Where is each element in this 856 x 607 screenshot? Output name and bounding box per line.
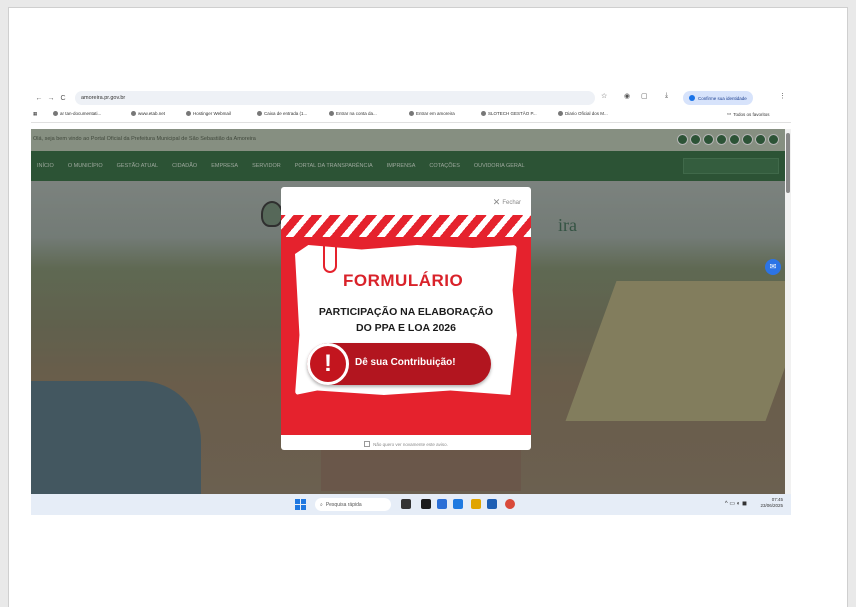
contribute-label: Dê sua Contribuição! bbox=[355, 357, 456, 368]
bookmark-item[interactable]: Hostinger Webmail bbox=[186, 111, 231, 116]
profile-icon bbox=[689, 95, 695, 101]
extension-icon[interactable]: ◉ bbox=[624, 92, 630, 100]
paperclip-icon bbox=[323, 237, 337, 273]
bookmark-item[interactable]: Caixa de entrada (1... bbox=[257, 111, 307, 116]
app-icon[interactable] bbox=[487, 499, 497, 509]
app-icon[interactable] bbox=[401, 499, 411, 509]
taskbar-search[interactable]: ⌕ Pesquisa rápida bbox=[315, 498, 391, 511]
taskbar-search-label: Pesquisa rápida bbox=[325, 501, 362, 508]
close-label: Fechar bbox=[502, 199, 521, 206]
dont-show-label: Não quero ver novamente este aviso. bbox=[373, 441, 448, 447]
apps-icon[interactable]: ▦ bbox=[33, 111, 37, 117]
screenshot: ← → C amoreira.pr.gov.br ☆ ◉ ▢ ⤓ Confirm… bbox=[31, 88, 791, 515]
reload-button[interactable]: C bbox=[57, 95, 69, 102]
all-bookmarks[interactable]: ▭ Todos os favoritos bbox=[727, 111, 770, 117]
windows-taskbar: ⌕ Pesquisa rápida ^ ▭ ◐ ◼ 07:45 23/06/2025 bbox=[31, 494, 791, 515]
star-icon[interactable]: ☆ bbox=[601, 92, 607, 100]
url-text: amoreira.pr.gov.br bbox=[81, 95, 126, 101]
download-icon[interactable]: ⤓ bbox=[665, 92, 668, 100]
close-button[interactable]: ✕ Fechar bbox=[493, 197, 521, 208]
clock[interactable]: 07:45 23/06/2025 bbox=[760, 497, 783, 509]
popup-modal: ✕ Fechar FORMULÁRIO PARTICIPAÇÃO NA ELABO… bbox=[281, 187, 531, 450]
bookmarks-bar: ▦ ar tan-documentati... www.etab.net Hos… bbox=[31, 108, 791, 123]
app-icon[interactable] bbox=[421, 499, 431, 509]
contribute-button[interactable]: ! Dê sua Contribuição! bbox=[307, 343, 491, 385]
menu-icon[interactable]: ⋮ bbox=[779, 92, 786, 100]
identity-label: Confirme sua identidade bbox=[698, 95, 747, 101]
url-field[interactable]: amoreira.pr.gov.br bbox=[75, 91, 595, 105]
extension-icon-2[interactable]: ▢ bbox=[641, 92, 648, 100]
search-icon: ⌕ bbox=[320, 501, 323, 508]
address-bar: ← → C amoreira.pr.gov.br ☆ ◉ ▢ ⤓ Confirm… bbox=[31, 88, 791, 108]
banner-subtitle-line1: PARTICIPAÇÃO NA ELABORAÇÃO bbox=[318, 306, 494, 318]
banner-subtitle-line2: DO PPA E LOA 2026 bbox=[356, 322, 456, 334]
bookmark-item[interactable]: Entrar em amoreira bbox=[409, 111, 455, 116]
bookmark-item[interactable]: Entrar na conta da... bbox=[329, 111, 377, 116]
identity-button[interactable]: Confirme sua identidade bbox=[683, 91, 753, 105]
date: 23/06/2025 bbox=[760, 503, 783, 508]
bookmark-item[interactable]: ar tan-documentati... bbox=[53, 111, 101, 116]
folder-icon: ▭ bbox=[727, 111, 732, 116]
folder-icon[interactable] bbox=[471, 499, 481, 509]
dont-show-again[interactable]: Não quero ver novamente este aviso. bbox=[281, 441, 531, 447]
stripes-decoration bbox=[281, 215, 531, 237]
exclamation-icon: ! bbox=[307, 343, 349, 385]
banner-title: FORMULÁRIO bbox=[343, 271, 464, 290]
form-banner[interactable]: FORMULÁRIO PARTICIPAÇÃO NA ELABORAÇÃO DO… bbox=[281, 215, 531, 435]
back-button[interactable]: ← bbox=[33, 95, 45, 102]
chrome-icon[interactable] bbox=[505, 499, 515, 509]
system-tray[interactable]: ^ ▭ ◐ ◼ bbox=[725, 500, 747, 507]
chat-icon[interactable]: ✉ bbox=[765, 259, 781, 275]
app-icon[interactable] bbox=[453, 499, 463, 509]
forward-button[interactable]: → bbox=[45, 95, 57, 102]
bookmark-item[interactable]: SLOTECH GESTÃO P... bbox=[481, 111, 537, 116]
bookmark-item[interactable]: www.etab.net bbox=[131, 111, 165, 116]
document-page: ← → C amoreira.pr.gov.br ☆ ◉ ▢ ⤓ Confirm… bbox=[8, 7, 848, 607]
scrollbar-thumb[interactable] bbox=[786, 133, 790, 193]
checkbox[interactable] bbox=[364, 441, 371, 447]
close-icon: ✕ bbox=[492, 197, 501, 207]
app-icon[interactable] bbox=[437, 499, 447, 509]
bookmark-item[interactable]: Diario Oficial dos M... bbox=[558, 111, 608, 116]
windows-start-icon[interactable] bbox=[295, 499, 306, 510]
scrollbar[interactable] bbox=[785, 129, 791, 494]
